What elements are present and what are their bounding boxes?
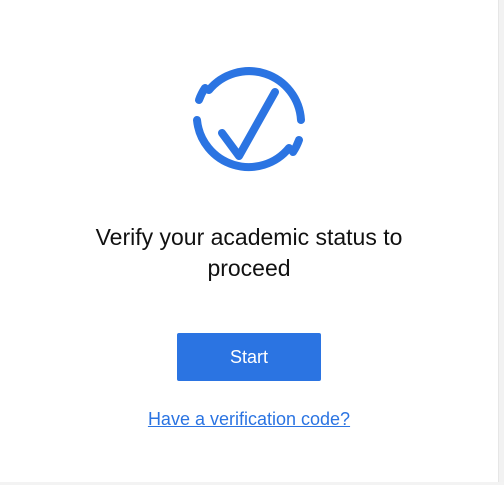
page-title: Verify your academic status to proceed — [95, 224, 403, 281]
window-edge — [498, 0, 504, 485]
start-button[interactable]: Start — [177, 333, 321, 381]
verification-card: Verify your academic status to proceed S… — [0, 0, 498, 485]
verification-code-link[interactable]: Have a verification code? — [100, 407, 398, 431]
verified-check-icon — [193, 67, 305, 172]
